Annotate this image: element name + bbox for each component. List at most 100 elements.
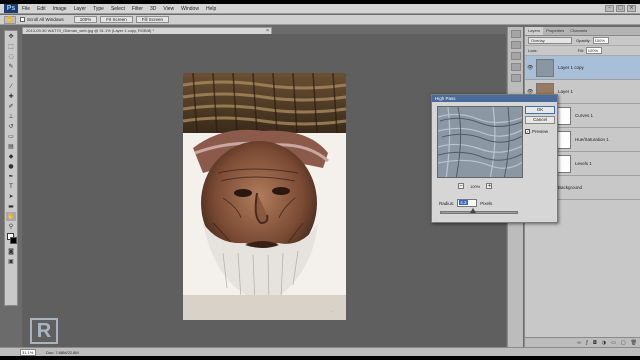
eyedropper-tool-icon[interactable]: ⁄ <box>6 82 16 91</box>
blend-mode-select[interactable]: Overlay <box>528 37 572 44</box>
zoom-level-field[interactable]: 31.1% <box>20 348 36 356</box>
letterbox-bottom <box>0 356 640 360</box>
dodge-tool-icon[interactable]: ● <box>6 162 16 171</box>
fit-screen-button[interactable]: Fit Screen <box>100 16 133 23</box>
radius-slider[interactable] <box>440 211 518 214</box>
high-pass-dialog: High Pass OK Cancel ✓ Preview − 100% + R… <box>431 94 558 223</box>
radius-slider-knob[interactable] <box>470 208 476 213</box>
quick-mask-icon[interactable]: ◙ <box>6 247 16 256</box>
preview-option: ✓ Preview <box>525 129 548 134</box>
lock-label: Lock: <box>528 48 538 53</box>
pen-tool-icon[interactable]: ✒ <box>6 172 16 181</box>
new-group-icon[interactable]: ▭ <box>611 340 616 346</box>
zoom-out-button[interactable]: − <box>458 183 464 189</box>
photoshop-window: Ps File Edit Image Layer Type Select Fil… <box>0 0 640 360</box>
fill-label: Fill: <box>577 48 584 53</box>
options-bar: ✋ Scroll All Windows 100% Fit Screen Fil… <box>0 15 640 25</box>
menu-type[interactable]: Type <box>93 6 104 12</box>
scroll-all-windows-checkbox[interactable] <box>20 17 25 22</box>
menu-window[interactable]: Window <box>181 6 199 12</box>
blur-tool-icon[interactable]: ◆ <box>6 152 16 161</box>
zoom-tool-icon[interactable]: ⚲ <box>6 222 16 231</box>
gradient-tool-icon[interactable]: ▤ <box>6 142 16 151</box>
document-tab[interactable]: 2013-09-30 W&T70_Oldman_web.jpg @ 31.1% … <box>22 27 272 34</box>
document-info[interactable]: Doc: 7.68M/22.8M <box>46 350 79 355</box>
layer-style-icon[interactable]: ƒ <box>586 340 588 346</box>
menu-layer[interactable]: Layer <box>74 6 87 12</box>
menu-3d[interactable]: 3D <box>150 6 156 12</box>
clone-stamp-tool-icon[interactable]: ⊥ <box>6 112 16 121</box>
menu-help[interactable]: Help <box>206 6 216 12</box>
fill-screen-button[interactable]: Fill Screen <box>135 16 170 23</box>
layer-row-layer-1-copy[interactable]: 👁 Layer 1 copy <box>525 56 640 80</box>
window-controls: – □ × <box>605 5 636 12</box>
filter-preview[interactable] <box>437 106 523 178</box>
high-pass-preview-texture <box>438 107 522 177</box>
opacity-input[interactable]: 100% <box>592 37 609 44</box>
actual-pixels-button[interactable]: 100% <box>73 16 98 23</box>
preview-label: Preview <box>532 129 549 134</box>
radius-row: Radius: 4.3 Pixels <box>439 199 492 207</box>
type-tool-icon[interactable]: T <box>6 182 16 191</box>
shape-tool-icon[interactable]: ▬ <box>6 202 16 211</box>
fill-input[interactable]: 100% <box>585 47 602 54</box>
scroll-all-windows-label: Scroll All Windows <box>27 17 64 22</box>
tab-layers[interactable]: Layers <box>525 27 544 35</box>
layers-panel-footer: ∞ ƒ ◘ ◑ ▭ ▢ 🗑 <box>525 337 640 347</box>
tab-properties[interactable]: Properties <box>543 27 567 35</box>
path-select-tool-icon[interactable]: ➤ <box>6 192 16 201</box>
svg-text:·: · <box>331 309 332 314</box>
brush-panel-icon[interactable] <box>510 52 521 60</box>
preview-zoom-level: 100% <box>470 183 481 189</box>
preview-checkbox[interactable]: ✓ <box>525 129 530 134</box>
minimize-button[interactable]: – <box>605 5 614 12</box>
hand-tool-icon[interactable]: ✋ <box>4 15 16 24</box>
document-tab-title: 2013-09-30 W&T70_Oldman_web.jpg @ 31.1% … <box>26 28 155 33</box>
actions-panel-icon[interactable] <box>510 41 521 49</box>
new-layer-icon[interactable]: ▢ <box>621 340 626 346</box>
marquee-tool-icon[interactable]: ⬚ <box>6 42 16 51</box>
close-button[interactable]: × <box>627 5 636 12</box>
ok-button[interactable]: OK <box>525 106 555 114</box>
radius-label: Radius: <box>439 200 455 206</box>
radius-input[interactable]: 4.3 <box>457 199 478 207</box>
link-layers-icon[interactable]: ∞ <box>577 340 581 346</box>
history-panel-icon[interactable] <box>510 30 521 38</box>
character-panel-icon[interactable] <box>510 63 521 71</box>
new-adjustment-icon[interactable]: ◑ <box>602 340 606 346</box>
eraser-tool-icon[interactable]: ▭ <box>6 132 16 141</box>
menu-select[interactable]: Select <box>111 6 125 12</box>
layer-name: Layer 1 copy <box>558 65 584 70</box>
brush-tool-icon[interactable]: ✐ <box>6 102 16 111</box>
menu-file[interactable]: File <box>22 6 30 12</box>
layer-name: Curves 1 <box>575 113 594 118</box>
menu-image[interactable]: Image <box>53 6 67 12</box>
visibility-eye-icon[interactable]: 👁 <box>527 65 533 71</box>
menu-view[interactable]: View <box>163 6 174 12</box>
tab-channels[interactable]: Channels <box>567 27 590 35</box>
blend-opacity-row: Overlay Opacity: 100% <box>525 36 640 46</box>
cancel-button[interactable]: Cancel <box>525 116 555 124</box>
screen-mode-icon[interactable]: ▣ <box>6 257 16 266</box>
crop-tool-icon[interactable]: ⌗ <box>6 72 16 81</box>
history-brush-tool-icon[interactable]: ↺ <box>6 122 16 131</box>
dialog-title: High Pass <box>432 95 557 102</box>
opacity-label: Opacity: <box>576 38 591 43</box>
lasso-tool-icon[interactable]: ◌ <box>6 52 16 61</box>
maximize-button[interactable]: □ <box>616 5 625 12</box>
menu-edit[interactable]: Edit <box>37 6 46 12</box>
delete-layer-icon[interactable]: 🗑 <box>631 340 637 346</box>
zoom-in-button[interactable]: + <box>486 183 493 189</box>
quick-select-tool-icon[interactable]: ✎ <box>6 62 16 71</box>
status-bar: 31.1% Doc: 7.68M/22.8M <box>0 347 640 356</box>
document-image[interactable]: · <box>183 73 346 320</box>
add-mask-icon[interactable]: ◘ <box>593 340 597 346</box>
healing-tool-icon[interactable]: ✚ <box>6 92 16 101</box>
hand-tool-active-icon[interactable]: ✋ <box>6 212 16 221</box>
layer-thumbnail <box>536 58 554 77</box>
move-tool-icon[interactable]: ✥ <box>6 32 16 41</box>
color-swatches-icon[interactable] <box>6 232 17 246</box>
paragraph-panel-icon[interactable] <box>510 74 521 82</box>
radius-value: 4.3 <box>459 200 468 205</box>
menu-filter[interactable]: Filter <box>132 6 143 12</box>
